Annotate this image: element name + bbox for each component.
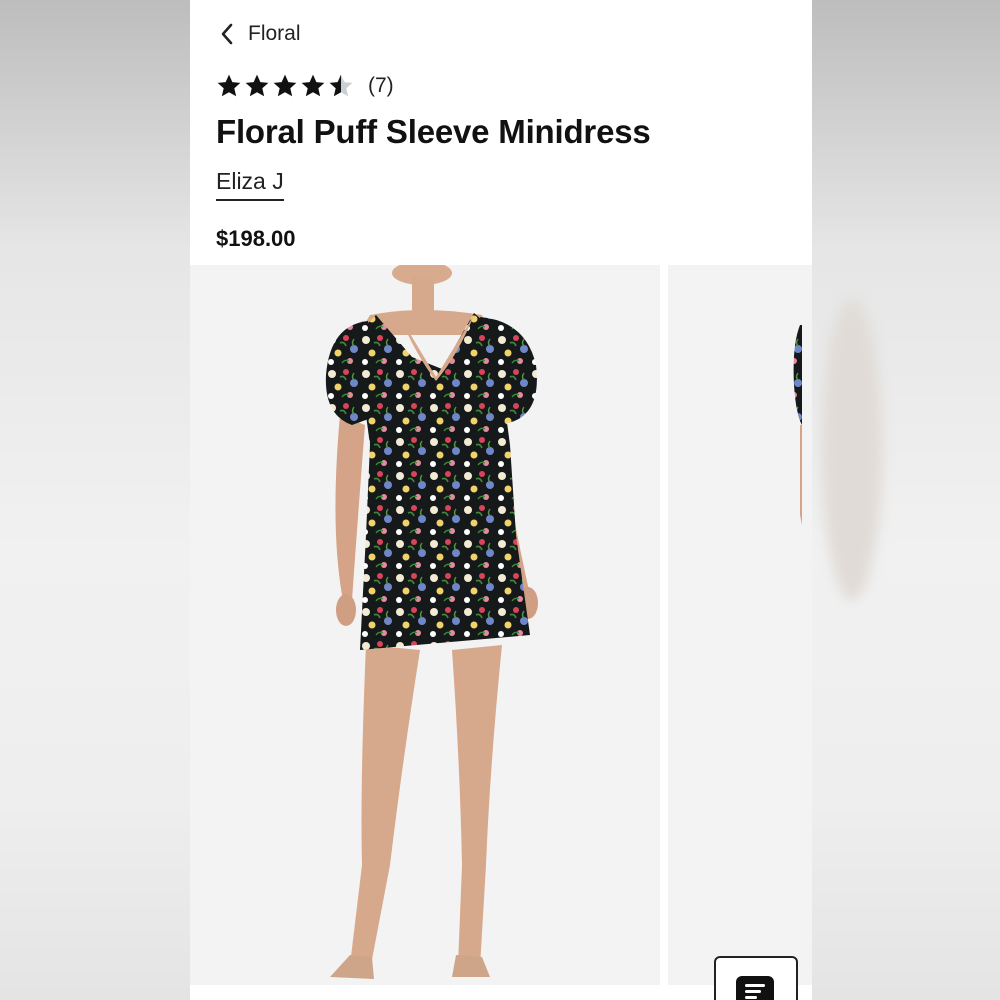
back-link-label: Floral <box>248 22 301 45</box>
chat-icon <box>736 976 774 1000</box>
product-title: Floral Puff Sleeve Minidress <box>216 113 651 150</box>
star-icon <box>245 74 269 97</box>
model-figure <box>190 265 660 985</box>
chat-button[interactable] <box>714 956 798 1000</box>
product-page: Floral (7) Floral Puff Sleeve Minidress … <box>190 0 812 1000</box>
background-blur-figure <box>822 300 882 600</box>
product-image-next[interactable] <box>668 265 812 985</box>
product-image[interactable] <box>190 265 660 985</box>
star-icon <box>273 74 297 97</box>
background-left <box>0 0 190 1000</box>
image-gallery[interactable] <box>190 265 812 985</box>
star-rating <box>216 73 354 99</box>
star-icon <box>217 74 241 97</box>
brand-link[interactable]: Eliza J <box>216 168 284 201</box>
product-price: $198.00 <box>216 226 296 251</box>
star-icon <box>301 74 325 97</box>
chevron-left-icon <box>220 23 234 45</box>
back-link[interactable]: Floral <box>220 22 301 46</box>
half-star-icon <box>329 74 353 97</box>
review-count[interactable]: (7) <box>368 74 394 98</box>
model-figure-partial <box>668 265 812 985</box>
rating[interactable]: (7) <box>216 73 394 99</box>
background-right <box>812 0 1000 1000</box>
